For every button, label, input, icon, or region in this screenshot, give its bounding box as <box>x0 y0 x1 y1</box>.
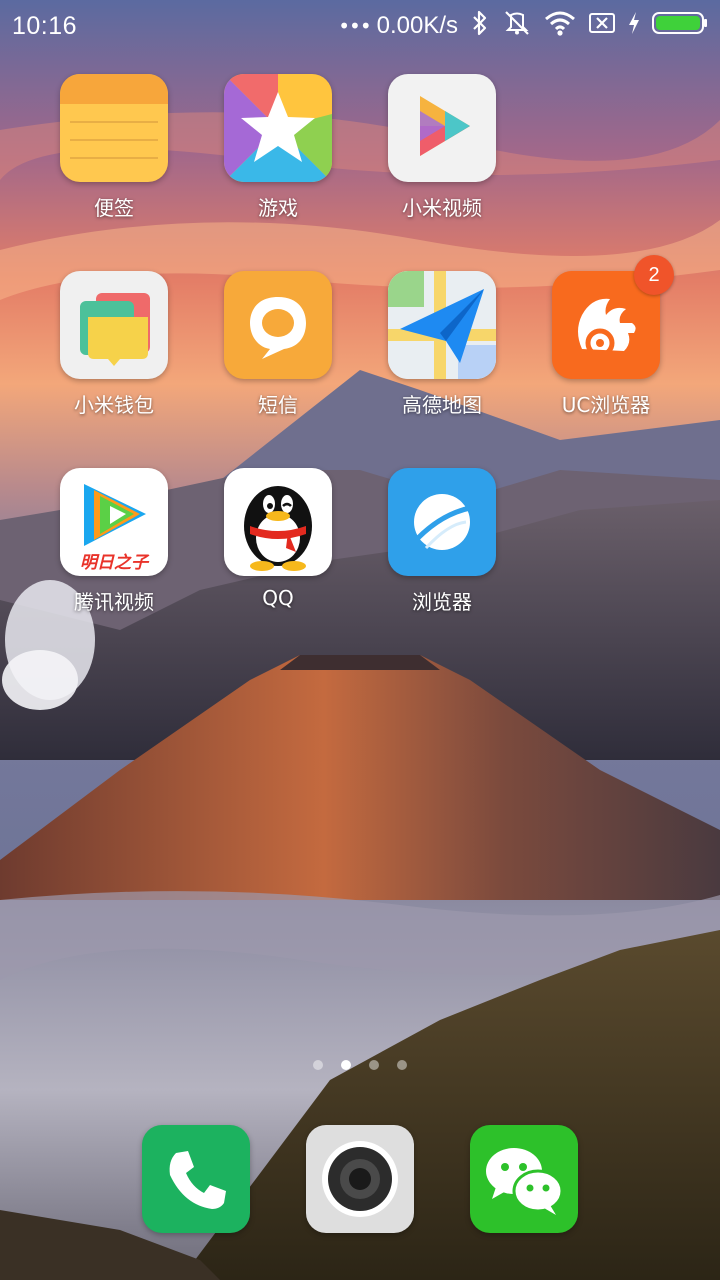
dock-wechat[interactable] <box>442 1125 606 1233</box>
app-messages[interactable]: 短信 <box>196 271 360 431</box>
app-label: 浏览器 <box>412 590 472 614</box>
app-mi-wallet[interactable]: 小米钱包 <box>32 271 196 431</box>
network-speed: 0.00K/s <box>376 12 458 39</box>
app-qq[interactable]: QQ <box>196 468 360 628</box>
phone-icon <box>142 1125 250 1233</box>
mi-video-icon <box>388 74 496 182</box>
page-dot[interactable] <box>397 1060 407 1070</box>
more-notifications-icon: ••• <box>338 14 371 38</box>
tencent-video-icon: 明日之子 <box>60 468 168 576</box>
amap-icon <box>388 271 496 379</box>
camera-icon <box>306 1125 414 1233</box>
messages-icon <box>224 271 332 379</box>
dock-camera[interactable] <box>278 1125 442 1233</box>
qq-penguin-icon <box>224 468 332 576</box>
app-uc-browser[interactable]: 2 UC浏览器 <box>524 255 688 431</box>
notification-badge: 2 <box>634 255 674 295</box>
page-dot[interactable] <box>369 1060 379 1070</box>
tencent-video-banner: 明日之子 <box>80 553 148 573</box>
status-bar: 10:16 ••• 0.00K/s <box>0 0 720 52</box>
status-right: ••• 0.00K/s <box>338 10 708 42</box>
page-dot-active[interactable] <box>341 1060 351 1070</box>
app-tencent-video[interactable]: 明日之子 腾讯视频 <box>32 468 196 628</box>
page-indicator <box>0 1060 720 1070</box>
app-browser[interactable]: 浏览器 <box>360 468 524 628</box>
app-label: 小米视频 <box>402 196 482 220</box>
app-label: 短信 <box>258 393 298 417</box>
app-notes[interactable]: 便签 <box>32 74 196 234</box>
wechat-icon <box>470 1125 578 1233</box>
app-label: 游戏 <box>258 196 298 220</box>
uc-browser-icon: 2 <box>552 255 674 379</box>
wifi-icon <box>544 10 576 42</box>
app-label: 便签 <box>94 196 134 220</box>
app-amap[interactable]: 高德地图 <box>360 271 524 431</box>
notes-icon <box>60 74 168 182</box>
battery-icon <box>652 11 708 41</box>
charging-icon <box>628 11 640 41</box>
browser-icon <box>388 468 496 576</box>
app-label: 小米钱包 <box>74 393 154 417</box>
dock-phone[interactable] <box>114 1125 278 1233</box>
bluetooth-icon <box>470 10 490 42</box>
app-label: QQ <box>262 586 294 610</box>
mi-wallet-icon <box>60 271 168 379</box>
no-sim-icon <box>588 11 616 41</box>
app-label: 高德地图 <box>402 393 482 417</box>
app-label: 腾讯视频 <box>74 590 154 614</box>
mute-vibrate-icon <box>502 10 532 42</box>
status-time: 10:16 <box>12 11 78 40</box>
app-games[interactable]: 游戏 <box>196 74 360 234</box>
app-mi-video[interactable]: 小米视频 <box>360 74 524 234</box>
games-star-icon <box>224 74 332 182</box>
page-dot[interactable] <box>313 1060 323 1070</box>
app-label: UC浏览器 <box>561 393 651 417</box>
